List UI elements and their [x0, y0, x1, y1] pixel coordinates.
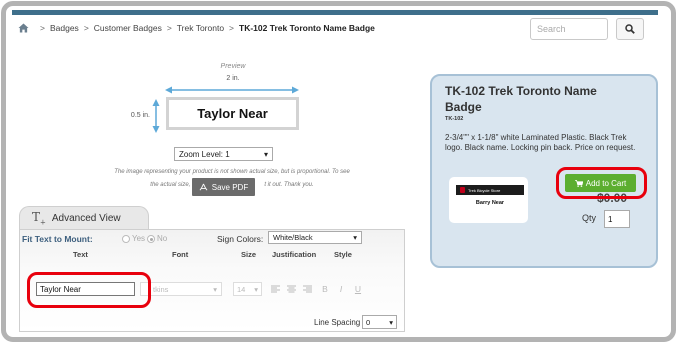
highlight-add-to-cart	[556, 167, 647, 199]
breadcrumb-current: TK-102 Trek Toronto Name Badge	[239, 23, 375, 33]
italic-button[interactable]: I	[336, 284, 346, 294]
chevron-down-icon: ▾	[263, 149, 268, 159]
breadcrumb-separator: >	[166, 23, 172, 33]
column-header-style: Style	[334, 250, 352, 259]
width-dimension-arrow	[165, 86, 299, 94]
fit-no-radio[interactable]	[147, 235, 155, 243]
line-spacing-value: 0	[366, 317, 371, 327]
thumbnail-brand: Trek Bicycle Store	[468, 187, 501, 193]
breadcrumb-badges[interactable]: Badges	[50, 23, 79, 33]
height-dimension-arrow	[152, 99, 160, 133]
preview-label: Preview	[220, 63, 246, 70]
qty-input[interactable]	[604, 210, 630, 228]
bold-button[interactable]: B	[320, 284, 330, 294]
breadcrumb-separator: >	[40, 23, 45, 33]
height-dimension-label: 0.5 in.	[130, 112, 150, 119]
product-title: TK-102 Trek Toronto Name Badge	[445, 84, 597, 114]
breadcrumb-separator: >	[83, 23, 89, 33]
save-pdf-label: Save PDF	[211, 182, 249, 192]
badge-preview: Taylor Near	[166, 97, 299, 130]
underline-button[interactable]: U	[353, 284, 363, 294]
fit-no-label: No	[157, 234, 168, 243]
tab-advanced-view-label: Advanced View	[51, 213, 121, 224]
badge-preview-text: Taylor Near	[197, 106, 268, 121]
align-left-icon[interactable]	[270, 284, 280, 294]
breadcrumb: > Badges > Customer Badges > Trek Toront…	[18, 23, 375, 33]
product-description: 2-3/4"" x 1-1/8" white Laminated Plastic…	[445, 133, 636, 152]
line-spacing-select[interactable]: 0 ▾	[362, 315, 397, 329]
column-header-font: Font	[172, 250, 189, 259]
search-button[interactable]	[616, 18, 644, 40]
column-header-justification: Justification	[272, 250, 317, 259]
breadcrumb-customer-badges[interactable]: Customer Badges	[94, 23, 162, 33]
sign-colors-value: White/Black	[273, 233, 313, 242]
line-spacing-label: Line Spacing	[314, 318, 361, 327]
highlight-text-field	[27, 272, 151, 308]
zoom-level-select[interactable]: Zoom Level: 1 ▾	[174, 147, 273, 161]
width-dimension-label: 2 in.	[226, 75, 240, 82]
align-right-icon[interactable]	[302, 284, 312, 294]
chevron-down-icon: ▾	[389, 317, 393, 327]
thumbnail-name: Barry Near	[475, 200, 505, 206]
zoom-level-value: Zoom Level: 1	[179, 149, 230, 159]
trek-logo-icon	[460, 187, 465, 193]
fit-text-label: Fit Text to Mount:	[22, 234, 93, 244]
size-value: 14	[237, 284, 246, 294]
text-format-icon: T+	[32, 210, 46, 227]
pdf-icon	[199, 183, 208, 191]
chevron-down-icon: ▾	[254, 284, 258, 294]
header-accent-bar	[12, 10, 658, 15]
sign-colors-label: Sign Colors:	[217, 234, 264, 244]
fit-yes-radio[interactable]	[122, 235, 130, 243]
chevron-down-icon: ▾	[353, 233, 357, 242]
home-icon[interactable]	[18, 23, 29, 33]
breadcrumb-trek-toronto[interactable]: Trek Toronto	[177, 23, 224, 33]
column-header-size: Size	[241, 250, 257, 259]
align-center-icon[interactable]	[286, 284, 296, 294]
product-sku: TK-102	[445, 116, 464, 122]
column-header-text: Text	[73, 250, 88, 259]
qty-label: Qty	[582, 213, 597, 223]
chevron-down-icon: ▾	[213, 284, 217, 294]
size-select[interactable]: 14 ▾	[233, 282, 262, 296]
font-value: tkins	[153, 284, 169, 294]
fit-yes-label: Yes	[132, 234, 146, 243]
thumbnail-header: Trek Bicycle Store	[456, 185, 524, 195]
breadcrumb-separator: >	[229, 23, 235, 33]
search-input[interactable]	[530, 18, 608, 40]
tab-advanced-view[interactable]: T+ Advanced View	[19, 206, 149, 230]
sign-colors-select[interactable]: White/Black ▾	[268, 231, 362, 244]
search-icon	[625, 24, 635, 34]
font-select[interactable]: tkins ▾	[140, 282, 222, 296]
disclaimer-line-2-right: t it out. Thank you.	[264, 182, 314, 188]
save-pdf-button[interactable]: Save PDF	[192, 178, 255, 196]
